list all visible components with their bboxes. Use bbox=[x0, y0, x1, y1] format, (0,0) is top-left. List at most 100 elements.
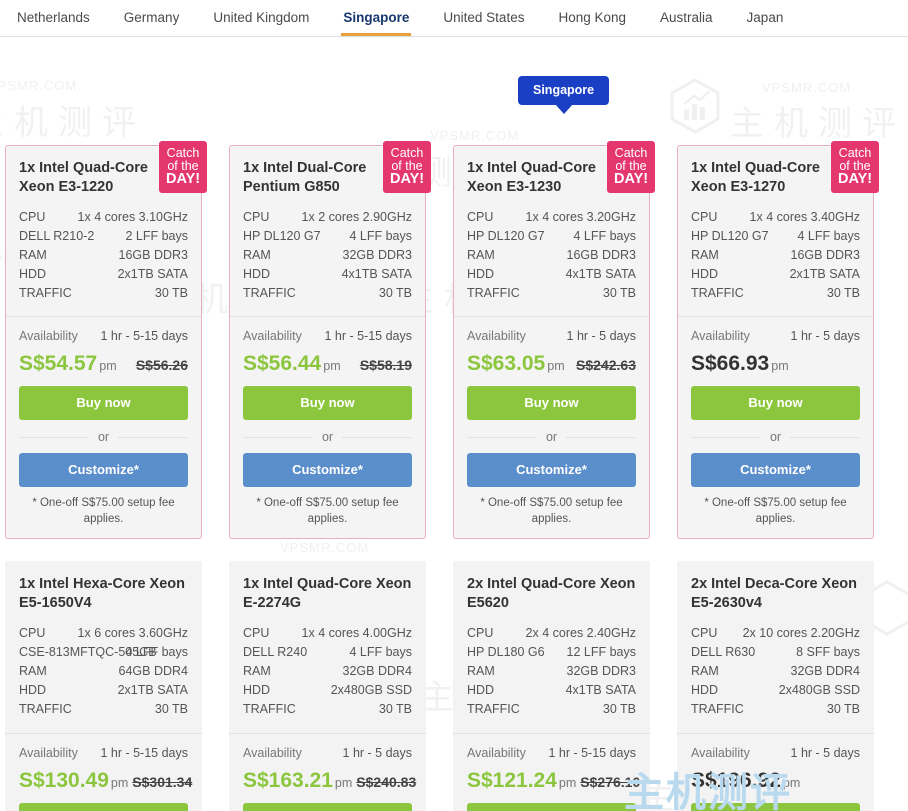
spec-ram-label: RAM bbox=[243, 248, 271, 262]
buy-now-button[interactable]: Buy now bbox=[467, 803, 636, 811]
spec-cpu-label: CPU bbox=[691, 626, 718, 640]
watermark-logo-icon bbox=[668, 78, 722, 134]
buy-now-button[interactable]: Buy now bbox=[19, 386, 188, 420]
spec-ram: RAM 16GB DDR3 bbox=[467, 246, 636, 265]
current-price: S$130.49 pm bbox=[19, 769, 128, 793]
availability-value: 1 hr - 5 days bbox=[790, 746, 860, 760]
card-divider bbox=[229, 733, 426, 734]
spec-chassis-value: 4 LFF bays bbox=[349, 645, 412, 659]
price-row: S$56.44 pm S$58.19 bbox=[243, 352, 412, 376]
availability-row: Availability 1 hr - 5-15 days bbox=[19, 329, 188, 343]
watermark-text-topright: VPSMR.COM bbox=[762, 80, 852, 95]
spec-hdd: HDD 2x1TB SATA bbox=[19, 681, 188, 700]
availability-label: Availability bbox=[243, 746, 302, 760]
spec-ram: RAM 64GB DDR4 bbox=[19, 662, 188, 681]
availability-row: Availability 1 hr - 5 days bbox=[467, 329, 636, 343]
current-price: S$66.93 pm bbox=[691, 352, 789, 376]
price-row: S$66.93 pm bbox=[691, 352, 860, 376]
server-plan-card: Catch of the DAY! 1x Intel Quad-Core Xeon E… bbox=[677, 141, 879, 539]
spec-cpu-label: CPU bbox=[467, 626, 494, 640]
spec-cpu-value: 2x 10 cores 2.20GHz bbox=[742, 626, 860, 640]
current-price-value: S$63.05 bbox=[467, 352, 546, 375]
spec-ram: RAM 32GB DDR4 bbox=[691, 662, 860, 681]
nav-tab-australia[interactable]: Australia bbox=[643, 0, 730, 36]
spec-traffic: TRAFFIC 30 TB bbox=[467, 700, 636, 719]
or-label: or bbox=[545, 430, 558, 444]
spec-traffic-value: 30 TB bbox=[378, 286, 412, 300]
spec-traffic-value: 30 TB bbox=[602, 286, 636, 300]
plan-title: 1x Intel Dual-Core Pentium G850 bbox=[243, 160, 367, 195]
customize-button[interactable]: Customize* bbox=[467, 453, 636, 487]
spec-traffic-label: TRAFFIC bbox=[467, 702, 520, 716]
spec-traffic-label: TRAFFIC bbox=[19, 286, 72, 300]
spec-hdd: HDD 2x1TB SATA bbox=[691, 265, 860, 284]
or-label: or bbox=[97, 430, 110, 444]
spec-chassis-label: HP DL120 G7 bbox=[691, 229, 769, 243]
nav-tab-netherlands[interactable]: Netherlands bbox=[0, 0, 107, 36]
spec-traffic: TRAFFIC 30 TB bbox=[243, 284, 412, 303]
buy-now-button[interactable]: Buy now bbox=[243, 803, 412, 811]
card-divider bbox=[677, 733, 874, 734]
spec-cpu-value: 1x 4 cores 4.00GHz bbox=[301, 626, 412, 640]
server-plan-card: 1x Intel Hexa-Core Xeon E5-1650V4 CPU 1x 6… bbox=[5, 561, 202, 811]
spec-chassis-value: 12 LFF bays bbox=[566, 645, 636, 659]
spec-traffic-value: 30 TB bbox=[154, 286, 188, 300]
spec-hdd: HDD 4x1TB SATA bbox=[467, 265, 636, 284]
spec-ram-value: 32GB DDR3 bbox=[566, 664, 636, 678]
nav-tab-germany[interactable]: Germany bbox=[107, 0, 197, 36]
nav-tab-singapore[interactable]: Singapore bbox=[326, 0, 426, 36]
card-divider bbox=[230, 316, 425, 317]
availability-row: Availability 1 hr - 5-15 days bbox=[467, 746, 636, 760]
nav-tab-united-kingdom[interactable]: United Kingdom bbox=[196, 0, 326, 36]
card-divider bbox=[6, 316, 201, 317]
original-price: S$240.83 bbox=[356, 774, 417, 790]
catch-of-the-day-badge: Catch of the DAY! bbox=[159, 141, 207, 193]
customize-button[interactable]: Customize* bbox=[691, 453, 860, 487]
buy-now-button[interactable]: Buy now bbox=[243, 386, 412, 420]
spec-chassis: HP DL120 G7 4 LFF bays bbox=[691, 227, 860, 246]
nav-tab-japan[interactable]: Japan bbox=[730, 0, 801, 36]
customize-button[interactable]: Customize* bbox=[243, 453, 412, 487]
price-row: S$163.21 pm S$240.83 bbox=[243, 769, 416, 793]
spec-chassis-value: 2 LFF bays bbox=[125, 229, 188, 243]
nav-tab-hong-kong[interactable]: Hong Kong bbox=[541, 0, 643, 36]
or-divider-line-right bbox=[118, 436, 188, 438]
buy-now-button[interactable]: Buy now bbox=[691, 386, 860, 420]
spec-chassis-value: 4 LFF bays bbox=[573, 229, 636, 243]
spec-cpu: CPU 1x 4 cores 4.00GHz bbox=[243, 624, 412, 643]
spec-traffic: TRAFFIC 30 TB bbox=[19, 700, 188, 719]
catch-of-the-day-badge: Catch of the DAY! bbox=[607, 141, 655, 193]
current-price-value: S$130.49 bbox=[19, 769, 109, 792]
availability-label: Availability bbox=[19, 329, 78, 343]
or-divider-line-left bbox=[691, 436, 761, 438]
spec-hdd-label: HDD bbox=[19, 267, 47, 281]
location-badge-label: Singapore bbox=[518, 76, 610, 105]
or-label: or bbox=[321, 430, 334, 444]
spec-ram-label: RAM bbox=[19, 248, 47, 262]
price-period: pm bbox=[323, 359, 341, 373]
spec-chassis: HP DL120 G7 4 LFF bays bbox=[243, 227, 412, 246]
buy-now-button[interactable]: Buy now bbox=[19, 803, 188, 811]
availability-value: 1 hr - 5-15 days bbox=[100, 329, 188, 343]
availability-value: 1 hr - 5-15 days bbox=[324, 329, 412, 343]
spec-hdd-value: 4x1TB SATA bbox=[341, 267, 412, 281]
buy-now-button[interactable]: Buy now bbox=[467, 386, 636, 420]
spec-hdd: HDD 2x1TB SATA bbox=[19, 265, 188, 284]
price-period: pm bbox=[782, 776, 801, 790]
spec-hdd-label: HDD bbox=[243, 267, 271, 281]
nav-tab-united-states[interactable]: United States bbox=[426, 0, 541, 36]
spec-traffic-value: 30 TB bbox=[378, 702, 412, 716]
buy-now-button[interactable]: Buy now bbox=[691, 803, 860, 811]
availability-value: 1 hr - 5-15 days bbox=[548, 746, 636, 760]
spec-traffic: TRAFFIC 30 TB bbox=[691, 700, 860, 719]
spec-chassis-value: 4 LFF bays bbox=[125, 645, 188, 659]
availability-row: Availability 1 hr - 5 days bbox=[243, 746, 412, 760]
or-divider-line-right bbox=[342, 436, 412, 438]
or-divider: or bbox=[243, 430, 412, 444]
catch-of-the-day-badge: Catch of the DAY! bbox=[831, 141, 879, 193]
customize-button[interactable]: Customize* bbox=[19, 453, 188, 487]
spec-ram: RAM 32GB DDR3 bbox=[243, 246, 412, 265]
or-divider: or bbox=[19, 430, 188, 444]
spec-cpu-label: CPU bbox=[691, 210, 718, 224]
spec-hdd: HDD 2x480GB SSD bbox=[243, 681, 412, 700]
